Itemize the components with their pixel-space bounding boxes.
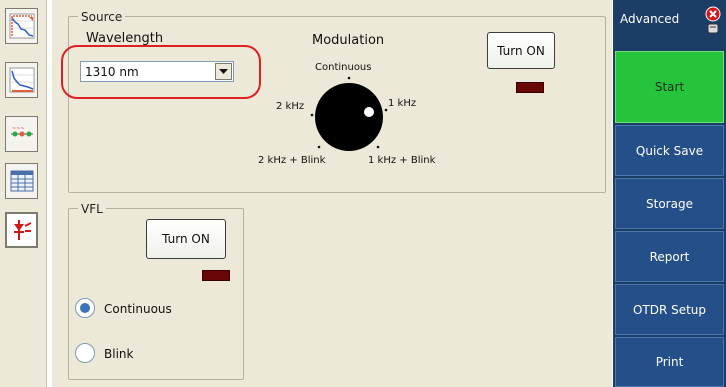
svg-text:~~~: ~~~ [12, 126, 25, 132]
storage-button[interactable]: Storage [615, 178, 724, 229]
radio-continuous-label[interactable]: Continuous [104, 302, 172, 316]
left-toolbar: ~~~ [0, 0, 47, 387]
wavelength-select[interactable]: 1310 nm [80, 61, 234, 82]
source-group-title: Source [78, 10, 126, 24]
main-panel: Source Wavelength 1310 nm Modulation Con… [52, 0, 612, 387]
source-turn-on-button[interactable]: Turn ON [487, 32, 555, 69]
vfl-led-indicator [202, 270, 230, 281]
wavelength-label: Wavelength [86, 31, 164, 46]
quick-save-button[interactable]: Quick Save [615, 125, 724, 176]
right-panel: Advanced Start Quick Save Storage Report… [613, 0, 726, 387]
radio-blink-label[interactable]: Blink [104, 347, 133, 361]
radio-blink[interactable] [75, 343, 95, 363]
vfl-turn-on-button[interactable]: Turn ON [146, 219, 226, 259]
chevron-down-icon[interactable] [215, 63, 232, 80]
trace-zoom-icon[interactable] [5, 8, 38, 44]
vfl-group-title: VFL [78, 202, 106, 216]
print-button[interactable]: Print [615, 337, 724, 387]
start-button[interactable]: Start [615, 51, 724, 123]
radio-selected-dot [80, 303, 90, 313]
trace-view-icon[interactable] [5, 62, 38, 98]
knob-option-2khz[interactable]: 2 kHz [276, 101, 304, 112]
mode-label: Advanced [620, 12, 680, 26]
report-button[interactable]: Report [615, 231, 724, 282]
modulation-label: Modulation [312, 33, 385, 48]
wavelength-value: 1310 nm [85, 65, 139, 79]
close-icon[interactable] [704, 6, 722, 36]
modulation-knob[interactable] [302, 72, 402, 162]
otdr-setup-button[interactable]: OTDR Setup [615, 284, 724, 335]
event-markers-icon[interactable]: ~~~ [5, 116, 38, 152]
laser-source-icon[interactable] [5, 212, 38, 248]
source-led-indicator [516, 82, 544, 93]
table-icon[interactable] [5, 163, 38, 199]
radio-continuous[interactable] [75, 298, 95, 318]
